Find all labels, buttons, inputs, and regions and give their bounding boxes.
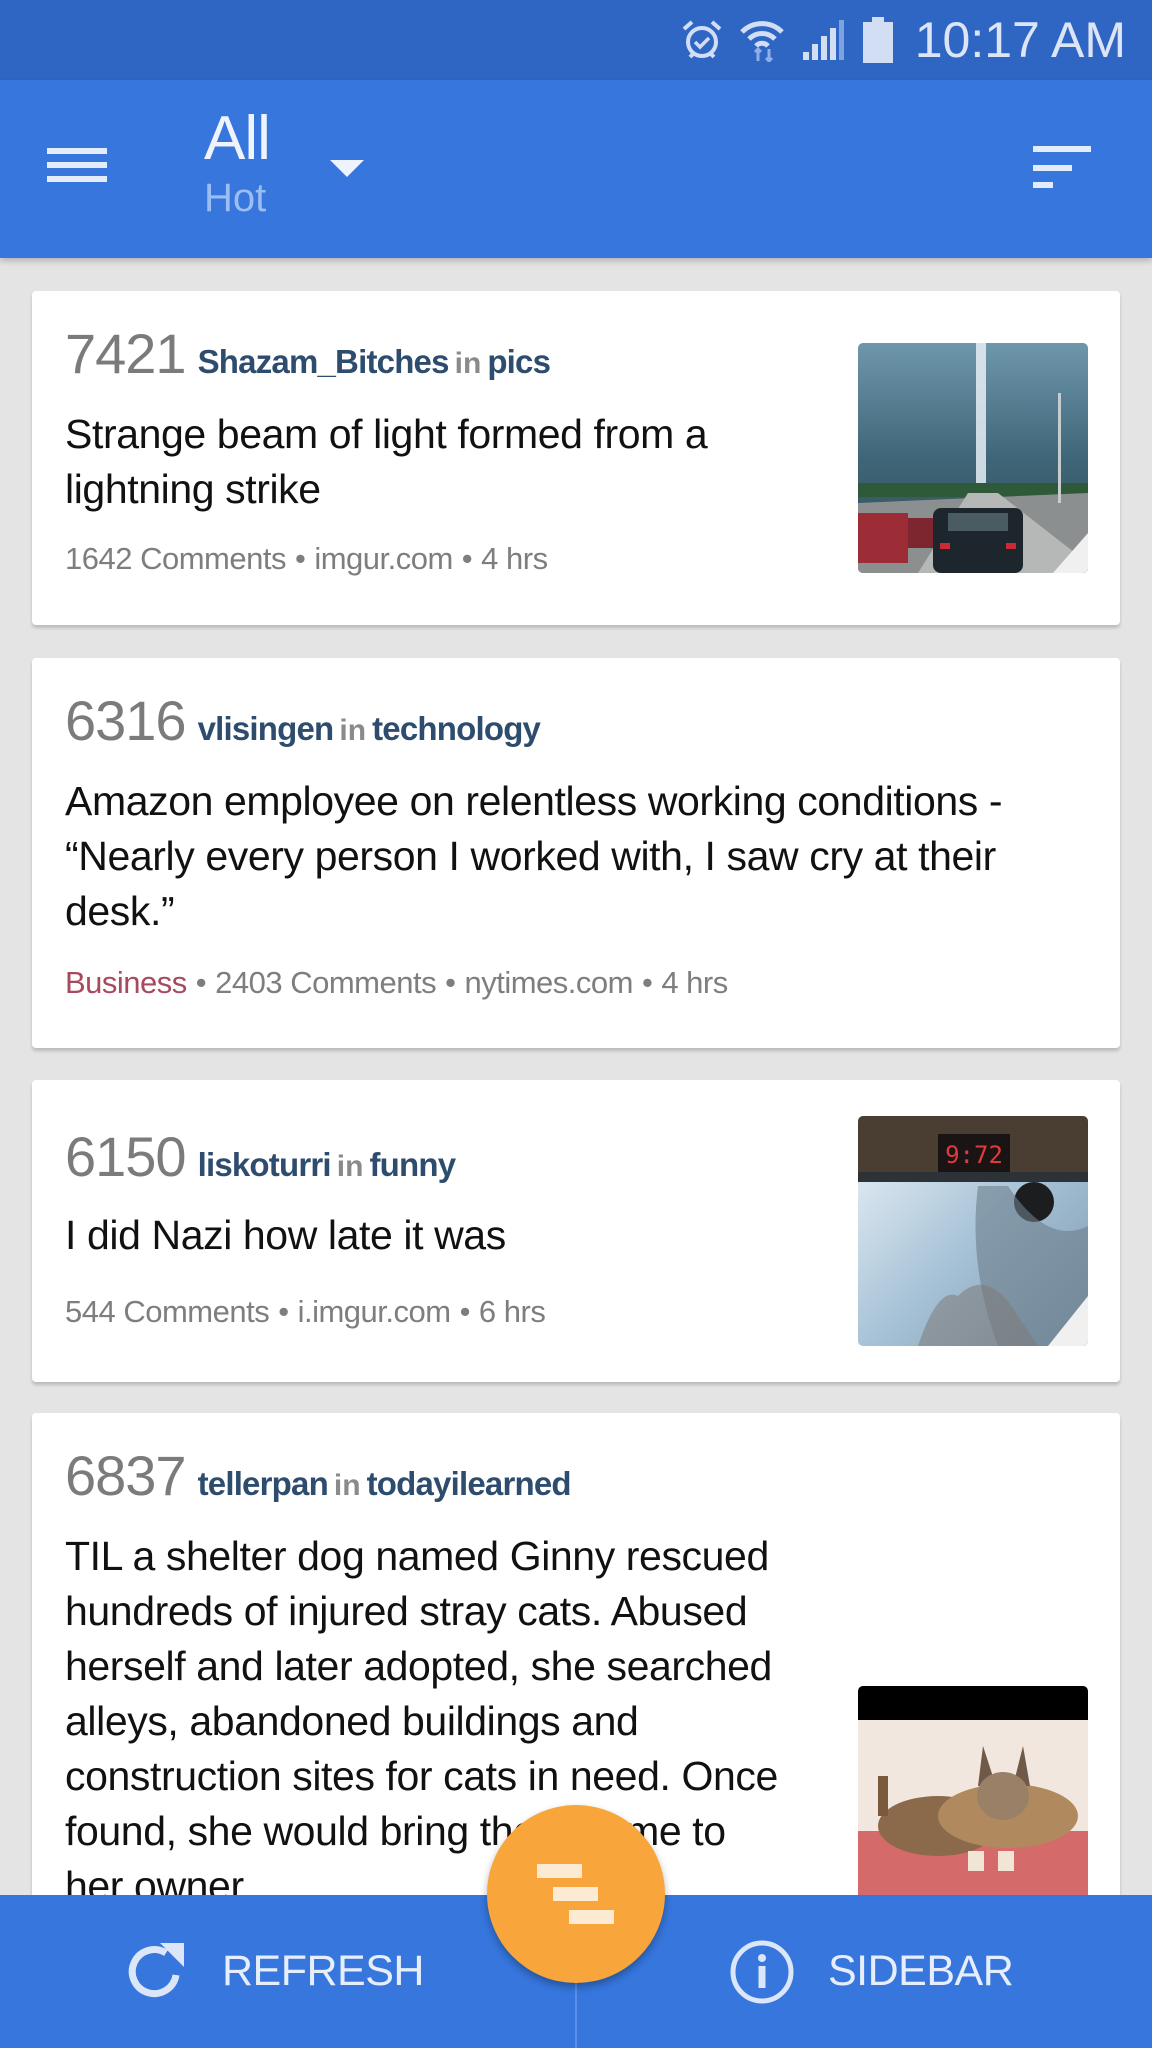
post-meta: Business • 2403 Comments • nytimes.com • 4 hrs (65, 965, 728, 1001)
separator-dot: • (294, 541, 306, 576)
in-label: in (454, 347, 482, 380)
post-author[interactable]: vlisingen (198, 710, 335, 747)
battery-icon (862, 17, 893, 63)
post-thumbnail[interactable] (858, 1686, 1088, 1895)
sidebar-label: SIDEBAR (828, 1947, 1014, 1995)
post-title[interactable]: Amazon employee on relentless working co… (65, 774, 1075, 939)
sort-button[interactable] (1020, 132, 1102, 206)
post-feed[interactable]: 7421 Shazam_Bitches in pics Strange beam of… (0, 258, 1152, 1895)
post-domain: i.imgur.com (297, 1294, 451, 1329)
sidebar-button[interactable]: SIDEBAR (728, 1895, 1014, 2048)
post-thumbnail[interactable] (858, 343, 1088, 573)
post-header: 7421 Shazam_Bitches in pics (65, 321, 551, 386)
info-icon (730, 1940, 794, 2003)
post-score: 7421 (65, 322, 187, 385)
status-icons: 10:17 AM (681, 8, 1126, 72)
post-score: 6150 (65, 1125, 187, 1188)
post-author[interactable]: Shazam_Bitches (198, 343, 450, 380)
post-meta: 544 Comments • i.imgur.com • 6 hrs (65, 1294, 546, 1330)
post-comments[interactable]: 544 Comments (65, 1294, 270, 1329)
sort-subtitle: Hot (204, 176, 267, 220)
post-domain: nytimes.com (464, 965, 633, 1000)
in-label: in (333, 1469, 361, 1502)
post-domain: imgur.com (314, 541, 453, 576)
separator-dot: • (459, 1294, 471, 1329)
fab-button[interactable] (487, 1805, 665, 1983)
post-title[interactable]: TIL a shelter dog named Ginny rescued hu… (65, 1529, 785, 1895)
storm-lightning-beam-photo (858, 343, 1088, 573)
separator-dot: • (445, 965, 456, 1000)
separator-dot: • (278, 1294, 289, 1329)
post-subreddit[interactable]: todayilearned (367, 1465, 572, 1502)
post-comments[interactable]: 2403 Comments (215, 965, 436, 1000)
separator-dot: • (641, 965, 653, 1000)
triangle-down-icon[interactable] (330, 160, 364, 178)
separator-dot: • (461, 541, 473, 576)
wifi-icon (739, 21, 784, 62)
refresh-button[interactable]: REFRESH (120, 1895, 424, 2048)
post-card[interactable]: 6150 liskoturri in funny I did Nazi how lat… (32, 1080, 1120, 1382)
post-card[interactable]: 6316 vlisingen in technology Amazon employe… (32, 658, 1120, 1048)
post-subreddit[interactable]: technology (372, 710, 541, 747)
post-age: 4 hrs (481, 541, 548, 576)
status-bar: 10:17 AM (0, 0, 1152, 80)
post-score: 6316 (65, 689, 187, 752)
refresh-icon (128, 1942, 184, 1997)
post-comments[interactable]: 1642 Comments (65, 541, 286, 576)
status-time: 10:17 AM (914, 12, 1126, 68)
post-thumbnail[interactable]: 9:72 (858, 1116, 1088, 1346)
alarm-icon (682, 20, 722, 59)
menu-button[interactable] (40, 138, 116, 192)
post-age: 6 hrs (478, 1294, 546, 1329)
post-card[interactable]: 7421 Shazam_Bitches in pics Strange beam of… (32, 291, 1120, 625)
post-author[interactable]: liskoturri (198, 1146, 332, 1183)
signal-icon (802, 20, 844, 60)
post-header: 6150 liskoturri in funny (65, 1124, 456, 1189)
car-clock-photo: 9:72 (858, 1116, 1088, 1346)
in-label: in (336, 1150, 364, 1183)
in-label: in (339, 714, 367, 747)
app-bar: All Hot (0, 80, 1152, 258)
separator-dot: • (195, 965, 207, 1000)
post-header: 6837 tellerpan in todayilearned (65, 1443, 572, 1508)
post-title[interactable]: I did Nazi how late it was (65, 1208, 825, 1263)
dog-and-cat-photo (858, 1686, 1088, 1895)
subreddit-selector[interactable]: All Hot (204, 102, 271, 220)
post-subreddit[interactable]: funny (369, 1146, 456, 1183)
page-title: All (204, 104, 271, 173)
refresh-label: REFRESH (222, 1947, 424, 1995)
post-flair: Business (65, 965, 187, 1000)
post-subreddit[interactable]: pics (487, 343, 551, 380)
post-meta: 1642 Comments • imgur.com • 4 hrs (65, 541, 548, 577)
post-author[interactable]: tellerpan (198, 1465, 329, 1502)
post-title[interactable]: Strange beam of light formed from a ligh… (65, 407, 825, 517)
clock-readout: 9:72 (945, 1141, 1003, 1169)
post-header: 6316 vlisingen in technology (65, 688, 541, 753)
post-age: 4 hrs (661, 965, 728, 1000)
post-score: 6837 (65, 1444, 187, 1507)
